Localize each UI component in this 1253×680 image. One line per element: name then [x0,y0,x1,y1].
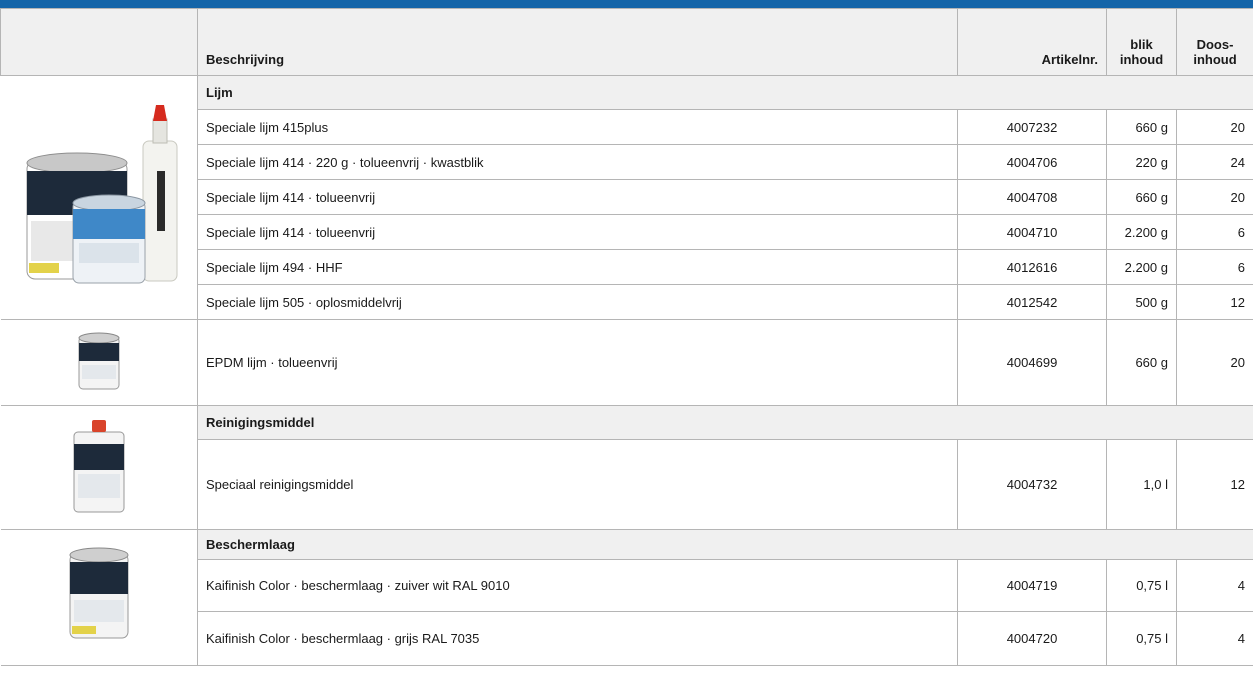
row-description: Kaifinish Color · beschermlaag · grijs R… [197,611,958,666]
row-doos-inhoud: 6 [1176,249,1253,285]
group-label-reiniging: Reinigingsmiddel [197,405,1253,440]
product-image-reiniging [0,405,198,530]
row-doos-inhoud: 6 [1176,214,1253,250]
row-artikelnr: 4004710 [957,214,1107,250]
row-doos-inhoud: 12 [1176,284,1253,320]
coating-can-image [69,547,129,639]
row-blik-inhoud: 660 g [1106,319,1177,406]
row-artikelnr: 4004732 [957,439,1107,530]
row-doos-inhoud: 20 [1176,319,1253,406]
product-image-lijm [0,75,198,320]
row-blik-inhoud: 660 g [1106,109,1177,145]
row-artikelnr: 4004708 [957,179,1107,215]
group-label-bescherm: Beschermlaag [197,529,1253,560]
header-beschrijving: Beschrijving [197,8,958,76]
group-label-lijm: Lijm [197,75,1253,110]
header-artikelnr: Artikelnr. [957,8,1107,76]
row-doos-inhoud: 4 [1176,611,1253,666]
row-artikelnr: 4004699 [957,319,1107,406]
cleaner-can-image [73,420,125,513]
header-doos-line1: Doos- [1196,37,1234,52]
row-artikelnr: 4012542 [957,284,1107,320]
header-blik-line1: blik [1130,37,1153,52]
row-blik-inhoud: 1,0 l [1106,439,1177,530]
group-row-lijm: Lijm [0,75,1253,320]
row-description: Kaifinish Color · beschermlaag · zuiver … [197,559,958,612]
product-image-epdm [0,319,198,406]
header-doos-inhoud: Doos- inhoud [1176,8,1253,76]
row-doos-inhoud: 24 [1176,144,1253,180]
header-blik-inhoud: blik inhoud [1106,8,1177,76]
table-header-row: Beschrijving Artikelnr. blik inhoud Doos… [0,8,1253,76]
row-artikelnr: 4012616 [957,249,1107,285]
row-blik-inhoud: 660 g [1106,179,1177,215]
table-row: EPDM lijm · tolueenvrij 4004699 660 g 20 [0,319,1253,406]
row-blik-inhoud: 0,75 l [1106,611,1177,666]
group-row-bescherm: Beschermlaag [0,529,1253,666]
row-doos-inhoud: 4 [1176,559,1253,612]
header-blik-line2: inhoud [1119,52,1164,67]
row-blik-inhoud: 2.200 g [1106,214,1177,250]
row-doos-inhoud: 20 [1176,179,1253,215]
row-description: Speciale lijm 414 · tolueenvrij [197,179,958,215]
row-blik-inhoud: 0,75 l [1106,559,1177,612]
row-description: Speciale lijm 494 · HHF [197,249,958,285]
row-blik-inhoud: 2.200 g [1106,249,1177,285]
row-blik-inhoud: 220 g [1106,144,1177,180]
row-description: EPDM lijm · tolueenvrij [197,319,958,406]
row-artikelnr: 4007232 [957,109,1107,145]
row-doos-inhoud: 12 [1176,439,1253,530]
row-artikelnr: 4004720 [957,611,1107,666]
row-description: Speciale lijm 414 · tolueenvrij [197,214,958,250]
row-blik-inhoud: 500 g [1106,284,1177,320]
header-doos-line2: inhoud [1193,52,1237,67]
image-column-header [0,8,198,76]
top-accent-bar [0,0,1253,8]
row-artikelnr: 4004706 [957,144,1107,180]
row-artikelnr: 4004719 [957,559,1107,612]
row-description: Speciale lijm 415plus [197,109,958,145]
row-description: Speciale lijm 505 · oplosmiddelvrij [197,284,958,320]
row-description: Speciale lijm 414 · 220 g · tolueenvrij … [197,144,958,180]
glue-cans-image [26,105,178,284]
product-table: Beschrijving Artikelnr. blik inhoud Doos… [0,8,1253,666]
group-row-reiniging: Reinigingsmiddel [0,405,1253,530]
row-description: Speciaal reinigingsmiddel [197,439,958,530]
row-doos-inhoud: 20 [1176,109,1253,145]
epdm-can-image [78,332,120,390]
product-image-bescherm [0,529,198,666]
